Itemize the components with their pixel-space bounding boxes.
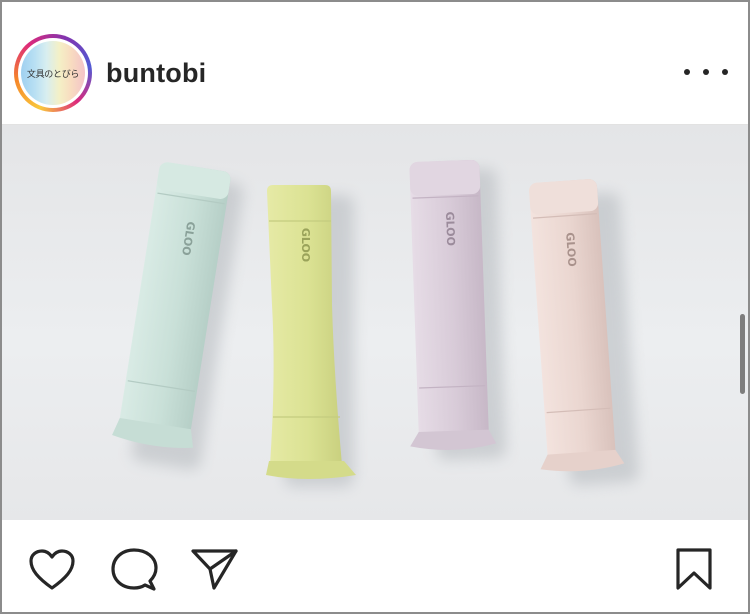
username[interactable]: buntobi bbox=[106, 58, 206, 89]
avatar[interactable]: 文具のとびら bbox=[14, 34, 92, 112]
avatar-image: 文具のとびら bbox=[21, 41, 85, 105]
glue-stick-mint: GLOO bbox=[112, 162, 244, 470]
heart-icon bbox=[29, 549, 75, 590]
post-header: 文具のとびら buntobi bbox=[2, 2, 748, 125]
comment-button[interactable] bbox=[110, 547, 158, 598]
more-horizontal-icon bbox=[722, 69, 728, 75]
like-button[interactable] bbox=[28, 548, 76, 597]
glue-stick-lilac: GLOO bbox=[409, 160, 507, 461]
scrollbar[interactable] bbox=[740, 314, 745, 394]
bookmark-icon bbox=[676, 548, 712, 590]
comment-bubble-icon bbox=[111, 548, 158, 591]
action-bar bbox=[2, 520, 748, 612]
save-button[interactable] bbox=[674, 547, 714, 596]
gloo-label: GLOO bbox=[299, 228, 312, 262]
share-button[interactable] bbox=[190, 547, 240, 596]
product-photo: GLOO GLOO GLOO GLOO bbox=[112, 160, 639, 487]
post-frame: 文具のとびら buntobi GLOO GLOO GLOO GLOO bbox=[0, 0, 750, 614]
gloo-label: GLOO bbox=[563, 232, 578, 267]
avatar-border: 文具のとびら bbox=[18, 38, 88, 108]
post-image[interactable]: GLOO GLOO GLOO GLOO bbox=[2, 125, 748, 520]
avatar-logo-text: 文具のとびら bbox=[26, 69, 80, 80]
more-horizontal-icon bbox=[703, 69, 709, 75]
paper-plane-icon bbox=[191, 549, 238, 590]
gloo-label: GLOO bbox=[443, 211, 457, 246]
glue-stick-lime: GLOO bbox=[266, 185, 356, 487]
more-options-button[interactable] bbox=[684, 60, 728, 84]
glue-stick-peach: GLOO bbox=[529, 179, 639, 486]
more-horizontal-icon bbox=[684, 69, 690, 75]
